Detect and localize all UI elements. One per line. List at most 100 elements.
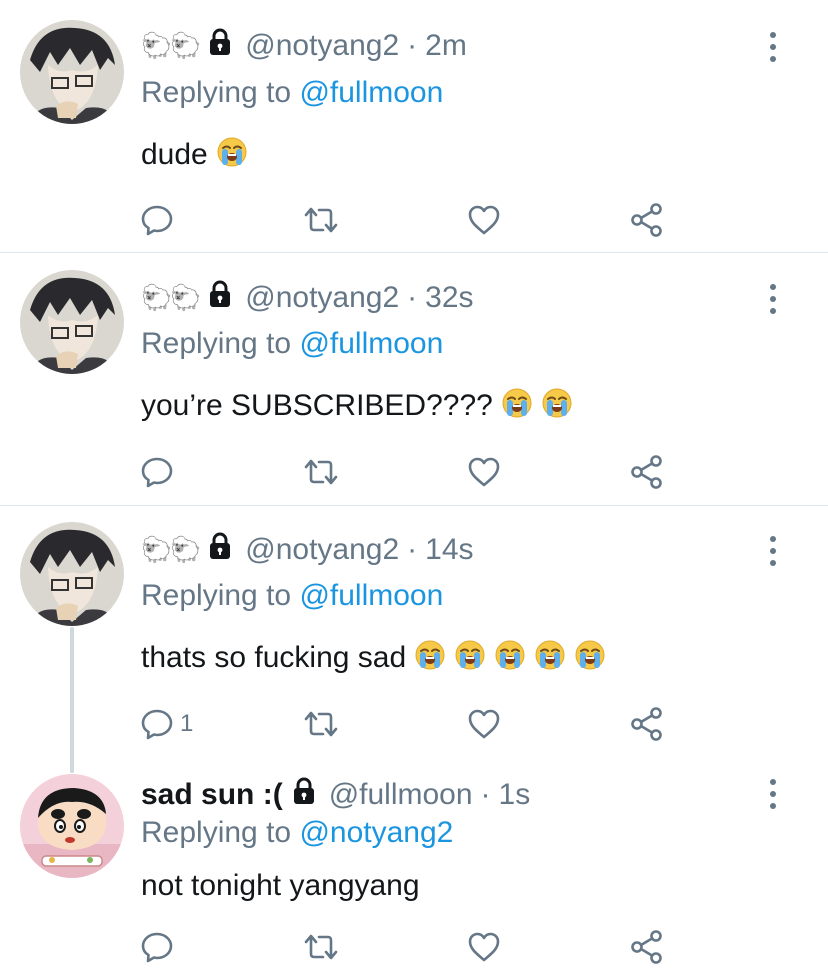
mention-link[interactable]: @fullmoon (299, 76, 443, 109)
display-name-emoji[interactable]: 🐑🐑 (141, 32, 201, 61)
retweet-icon (302, 930, 340, 964)
tweet[interactable]: 🐑🐑 @notyang2 · 32s Replying to @fullmoon… (0, 253, 828, 505)
reply-icon (140, 930, 174, 964)
separator: · (407, 29, 418, 62)
timestamp[interactable]: 32s (425, 281, 473, 315)
action-bar (0, 200, 828, 240)
reply-button[interactable] (140, 927, 180, 967)
avatar[interactable] (20, 270, 124, 374)
handle[interactable]: @notyang2 (245, 281, 399, 315)
reply-button[interactable]: 1 (140, 704, 193, 744)
tweet-text-content: you’re SUBSCRIBED???? (141, 388, 493, 422)
tweet-text: you’re SUBSCRIBED???? (141, 387, 573, 427)
loudly-crying-face-emoji (216, 136, 248, 176)
like-button[interactable] (467, 704, 501, 744)
avatar[interactable] (20, 774, 124, 878)
reply-count: 1 (180, 710, 194, 737)
replying-to-label: Replying to (141, 327, 292, 360)
tweet-text: thats so fucking sad (141, 639, 606, 679)
lock-icon (205, 531, 235, 569)
mention-link[interactable]: @fullmoon (299, 579, 443, 612)
loudly-crying-face-emoji (574, 639, 606, 679)
handle[interactable]: @fullmoon (329, 778, 473, 812)
timestamp[interactable]: 2m (425, 29, 467, 63)
mention-link[interactable]: @fullmoon (299, 327, 443, 360)
like-button[interactable] (467, 200, 501, 240)
more-vertical-icon[interactable] (763, 29, 783, 65)
tweet-thread: 🐑🐑 @notyang2 · 2m Replying to @fullmoon … (0, 0, 828, 977)
tweet-header: 🐑🐑 @notyang2 · 2m (141, 26, 467, 66)
replying-to: Replying to @fullmoon (141, 76, 443, 110)
share-button[interactable] (629, 704, 665, 744)
tweet[interactable]: sad sun :( @fullmoon · 1s Replying to @n… (0, 752, 828, 977)
lock-icon (205, 279, 235, 317)
more-vertical-icon[interactable] (763, 533, 783, 569)
like-button[interactable] (467, 927, 501, 967)
replying-to-label: Replying to (141, 76, 292, 109)
share-button[interactable] (629, 452, 665, 492)
loudly-crying-face-emoji (534, 639, 566, 679)
separator: · (407, 533, 418, 566)
emoji-group (406, 640, 606, 674)
like-icon (467, 707, 501, 741)
loudly-crying-face-emoji (414, 639, 446, 679)
emoji-group (208, 137, 248, 171)
tweet-text: not tonight yangyang (141, 869, 420, 903)
retweet-icon (302, 707, 340, 741)
tweet-header: sad sun :( @fullmoon · 1s (141, 775, 530, 815)
display-name[interactable]: sad sun :( (141, 778, 283, 812)
tweet-text-content: thats so fucking sad (141, 640, 407, 674)
replying-to-label: Replying to (141, 579, 292, 612)
retweet-button[interactable] (302, 704, 340, 744)
replying-to: Replying to @fullmoon (141, 327, 443, 361)
loudly-crying-face-emoji (494, 639, 526, 679)
replying-to: Replying to @notyang2 (141, 816, 453, 850)
retweet-button[interactable] (302, 200, 340, 240)
timestamp[interactable]: 1s (499, 778, 531, 812)
share-icon (629, 202, 665, 238)
share-icon (629, 706, 665, 742)
tweet-text-content: dude (141, 137, 208, 171)
like-icon (467, 455, 501, 489)
timestamp[interactable]: 14s (425, 533, 473, 567)
tweet[interactable]: 🐑🐑 @notyang2 · 14s Replying to @fullmoon… (0, 506, 828, 752)
tweet-header: 🐑🐑 @notyang2 · 14s (141, 530, 474, 570)
display-name-emoji[interactable]: 🐑🐑 (141, 536, 201, 565)
share-button[interactable] (629, 200, 665, 240)
action-bar (0, 452, 828, 492)
retweet-button[interactable] (302, 927, 340, 967)
loudly-crying-face-emoji (541, 387, 573, 427)
replying-to-label: Replying to (141, 816, 292, 849)
share-icon (629, 454, 665, 490)
like-button[interactable] (467, 452, 501, 492)
action-bar (0, 927, 828, 967)
like-icon (467, 203, 501, 237)
more-vertical-icon[interactable] (763, 776, 783, 812)
reply-icon (140, 707, 174, 741)
mention-link[interactable]: @notyang2 (299, 816, 453, 849)
handle[interactable]: @notyang2 (245, 533, 399, 567)
replying-to: Replying to @fullmoon (141, 579, 443, 613)
retweet-button[interactable] (302, 452, 340, 492)
emoji-group (493, 388, 573, 422)
tweet-text-content: not tonight yangyang (141, 869, 420, 902)
avatar[interactable] (20, 522, 124, 626)
action-bar: 1 (0, 704, 828, 744)
loudly-crying-face-emoji (501, 387, 533, 427)
avatar[interactable] (20, 20, 124, 124)
reply-icon (140, 455, 174, 489)
share-button[interactable] (629, 927, 665, 967)
reply-button[interactable] (140, 452, 180, 492)
cartoon-avatar-image (20, 774, 124, 878)
reply-button[interactable] (140, 200, 180, 240)
loudly-crying-face-emoji (454, 639, 486, 679)
reply-icon (140, 203, 174, 237)
more-vertical-icon[interactable] (763, 281, 783, 317)
tweet[interactable]: 🐑🐑 @notyang2 · 2m Replying to @fullmoon … (0, 0, 828, 252)
separator: · (407, 281, 418, 314)
display-name-emoji[interactable]: 🐑🐑 (141, 284, 201, 313)
lock-icon (205, 27, 235, 65)
tweet-header: 🐑🐑 @notyang2 · 32s (141, 278, 474, 318)
handle[interactable]: @notyang2 (245, 29, 399, 63)
tweet-text: dude (141, 136, 248, 176)
